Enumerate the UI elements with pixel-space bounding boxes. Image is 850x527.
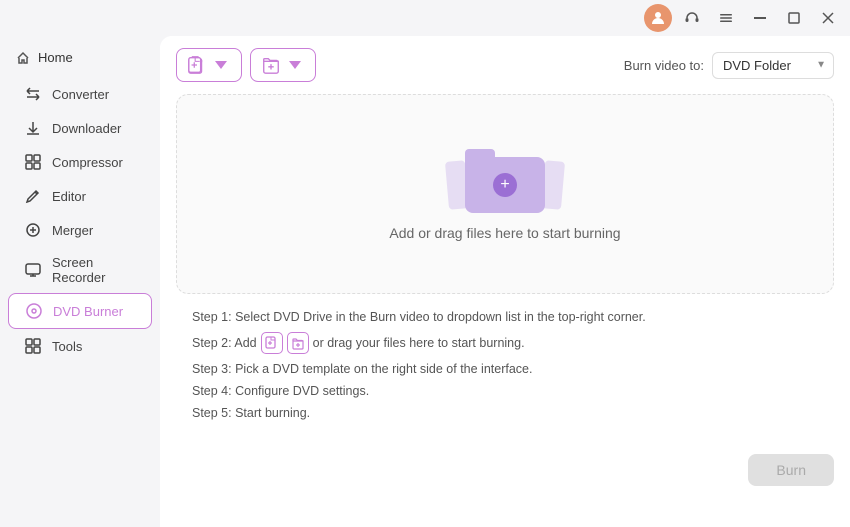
instruction-step-1: Step 1: Select DVD Drive in the Burn vid… <box>192 310 818 324</box>
folder-plus-icon: + <box>493 173 517 197</box>
screen-recorder-icon <box>24 261 42 279</box>
compressor-icon <box>24 153 42 171</box>
title-bar <box>0 0 850 36</box>
dropdown-chevron-icon <box>211 55 231 75</box>
add-folder-button[interactable] <box>250 48 316 82</box>
burn-to-dropdown[interactable]: DVD Folder DVD Disc Blu-ray Folder Blu-r… <box>712 52 834 79</box>
user-avatar <box>644 4 672 32</box>
step1-text: Step 1: Select DVD Drive in the Burn vid… <box>192 310 646 324</box>
bottom-bar: Burn <box>160 444 850 498</box>
sidebar-home[interactable]: Home <box>0 44 160 71</box>
maximize-button[interactable] <box>780 4 808 32</box>
downloader-icon <box>24 119 42 137</box>
sidebar-item-label-merger: Merger <box>52 223 93 238</box>
add-files-button[interactable] <box>176 48 242 82</box>
headphone-icon[interactable] <box>678 4 706 32</box>
folder-illustration: + <box>465 147 545 213</box>
folder-body: + <box>465 157 545 213</box>
burn-label: Burn video to: <box>624 58 704 73</box>
minimize-button[interactable] <box>746 4 774 32</box>
sidebar: Home Converter Downloader Compressor Edi… <box>0 36 160 527</box>
sidebar-item-label-editor: Editor <box>52 189 86 204</box>
converter-icon <box>24 85 42 103</box>
sidebar-item-label-downloader: Downloader <box>52 121 121 136</box>
add-folder-inline-icon <box>287 332 309 354</box>
menu-icon[interactable] <box>712 4 740 32</box>
content-area: Burn video to: DVD Folder DVD Disc Blu-r… <box>160 36 850 527</box>
instruction-step-2: Step 2: Add <box>192 332 818 354</box>
step2-suffix: or drag your files here to start burning… <box>313 336 525 350</box>
drop-area-text: Add or drag files here to start burning <box>389 225 620 241</box>
instruction-step-4: Step 4: Configure DVD settings. <box>192 384 818 398</box>
burn-button[interactable]: Burn <box>748 454 834 486</box>
sidebar-item-converter[interactable]: Converter <box>8 77 152 111</box>
instructions-panel: Step 1: Select DVD Drive in the Burn vid… <box>160 294 850 444</box>
step3-text: Step 3: Pick a DVD template on the right… <box>192 362 532 376</box>
sidebar-item-compressor[interactable]: Compressor <box>8 145 152 179</box>
close-button[interactable] <box>814 4 842 32</box>
sidebar-item-label-dvd-burner: DVD Burner <box>53 304 123 319</box>
step5-text: Step 5: Start burning. <box>192 406 310 420</box>
sidebar-item-label-converter: Converter <box>52 87 109 102</box>
folder-tab <box>465 149 495 159</box>
sidebar-item-dvd-burner[interactable]: DVD Burner <box>8 293 152 329</box>
dvd-burner-icon <box>25 302 43 320</box>
merger-icon <box>24 221 42 239</box>
sidebar-item-screen-recorder[interactable]: Screen Recorder <box>8 247 152 293</box>
add-file-inline-icon <box>261 332 283 354</box>
sidebar-item-tools[interactable]: Tools <box>8 329 152 363</box>
main-layout: Home Converter Downloader Compressor Edi… <box>0 36 850 527</box>
step4-text: Step 4: Configure DVD settings. <box>192 384 369 398</box>
toolbar: Burn video to: DVD Folder DVD Disc Blu-r… <box>160 36 850 94</box>
sidebar-item-merger[interactable]: Merger <box>8 213 152 247</box>
editor-icon <box>24 187 42 205</box>
tools-icon <box>24 337 42 355</box>
sidebar-item-editor[interactable]: Editor <box>8 179 152 213</box>
folder-dropdown-chevron-icon <box>285 55 305 75</box>
instruction-step-3: Step 3: Pick a DVD template on the right… <box>192 362 818 376</box>
drop-area[interactable]: + Add or drag files here to start burnin… <box>176 94 834 294</box>
sidebar-item-label-tools: Tools <box>52 339 82 354</box>
sidebar-item-label-compressor: Compressor <box>52 155 123 170</box>
sidebar-items-container: Converter Downloader Compressor Editor M… <box>0 77 160 363</box>
burn-to-dropdown-wrapper: DVD Folder DVD Disc Blu-ray Folder Blu-r… <box>712 52 834 79</box>
sidebar-item-label-screen-recorder: Screen Recorder <box>52 255 136 285</box>
home-label: Home <box>38 50 73 65</box>
step2-prefix: Step 2: Add <box>192 336 257 350</box>
sidebar-item-downloader[interactable]: Downloader <box>8 111 152 145</box>
instruction-step-5: Step 5: Start burning. <box>192 406 818 420</box>
